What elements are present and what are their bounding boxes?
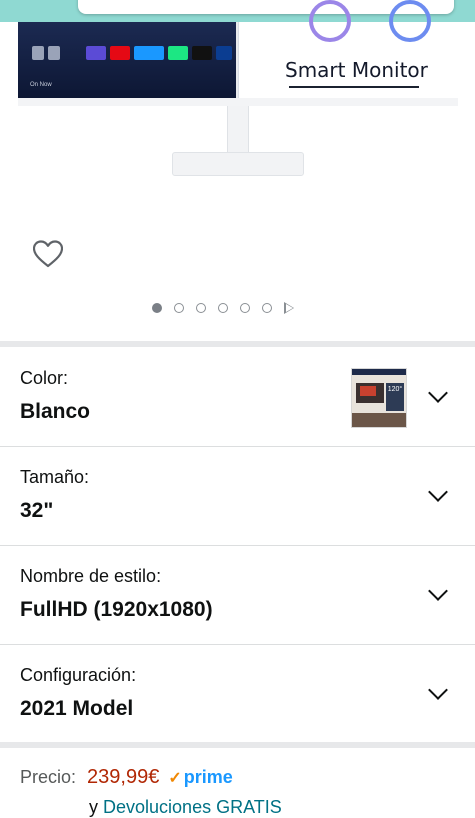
screen-bar: [289, 86, 419, 88]
variant-row-configuration[interactable]: Configuración: 2021 Model: [0, 645, 475, 743]
monitor-screen-left: On Now: [18, 22, 236, 98]
variant-value: FullHD (1920x1080): [20, 598, 213, 621]
variant-label: Configuración:: [20, 665, 137, 685]
pager-dot[interactable]: [152, 303, 162, 313]
screen-title: Smart Monitor: [285, 58, 428, 82]
image-pager: [152, 300, 294, 316]
screen-tile: [168, 46, 188, 60]
variant-value: Blanco: [20, 400, 91, 423]
play-next-icon[interactable]: [284, 302, 294, 314]
prime-check-icon: ✓: [168, 770, 182, 787]
product-image-monitor: On Now Smart Monitor: [18, 0, 459, 106]
free-returns-link[interactable]: Devoluciones GRATIS: [103, 797, 282, 817]
screen-now-label: On Now: [30, 82, 52, 88]
price-amount: 239,99€: [87, 766, 160, 788]
variant-row-style[interactable]: Nombre de estilo: FullHD (1920x1080): [0, 546, 475, 645]
pager-dot[interactable]: [240, 303, 250, 313]
chevron-down-icon[interactable]: [428, 383, 448, 403]
monitor-bezel: [18, 98, 458, 106]
price-row: Precio: 239,99€ ✓ prime: [20, 766, 233, 789]
screen-tile: [32, 46, 44, 60]
screen-tile: [48, 46, 60, 60]
section-divider: [0, 742, 475, 748]
returns-info: y Devoluciones GRATIS: [89, 797, 282, 818]
pager-dot[interactable]: [196, 303, 206, 313]
chevron-down-icon[interactable]: [428, 581, 448, 601]
section-divider: [0, 341, 475, 347]
screen-tile: [134, 46, 164, 60]
chevron-down-icon[interactable]: [428, 680, 448, 700]
pager-dot[interactable]: [218, 303, 228, 313]
pager-dot[interactable]: [262, 303, 272, 313]
color-thumbnail: 120°: [351, 368, 407, 428]
monitor-stand-base: [172, 152, 304, 176]
variant-label: Nombre de estilo:: [20, 566, 162, 586]
chevron-down-icon[interactable]: [428, 482, 448, 502]
price-label: Precio:: [20, 767, 77, 787]
thumbnail-badge: 120°: [386, 383, 404, 411]
monitor-screen-right: Smart Monitor: [238, 0, 459, 98]
product-image-gallery[interactable]: On Now Smart Monitor: [0, 0, 475, 340]
screen-graphic: [309, 0, 351, 42]
screen-graphic: [389, 0, 431, 42]
prime-badge[interactable]: prime: [184, 767, 233, 787]
pager-dot[interactable]: [174, 303, 184, 313]
screen-tile: [216, 46, 232, 60]
variant-value: 32": [20, 499, 54, 522]
variant-label: Color:: [20, 368, 69, 388]
screen-tile: [110, 46, 130, 60]
monitor-stand-neck: [227, 106, 249, 155]
returns-prefix: y: [89, 797, 98, 817]
variant-row-color[interactable]: Color: Blanco 120°: [0, 348, 475, 447]
variant-row-size[interactable]: Tamaño: 32": [0, 447, 475, 546]
screen-tile: [192, 46, 212, 60]
variant-label: Tamaño:: [20, 467, 90, 487]
variant-value: 2021 Model: [20, 697, 134, 720]
heart-icon[interactable]: [33, 240, 63, 268]
screen-tile: [86, 46, 106, 60]
